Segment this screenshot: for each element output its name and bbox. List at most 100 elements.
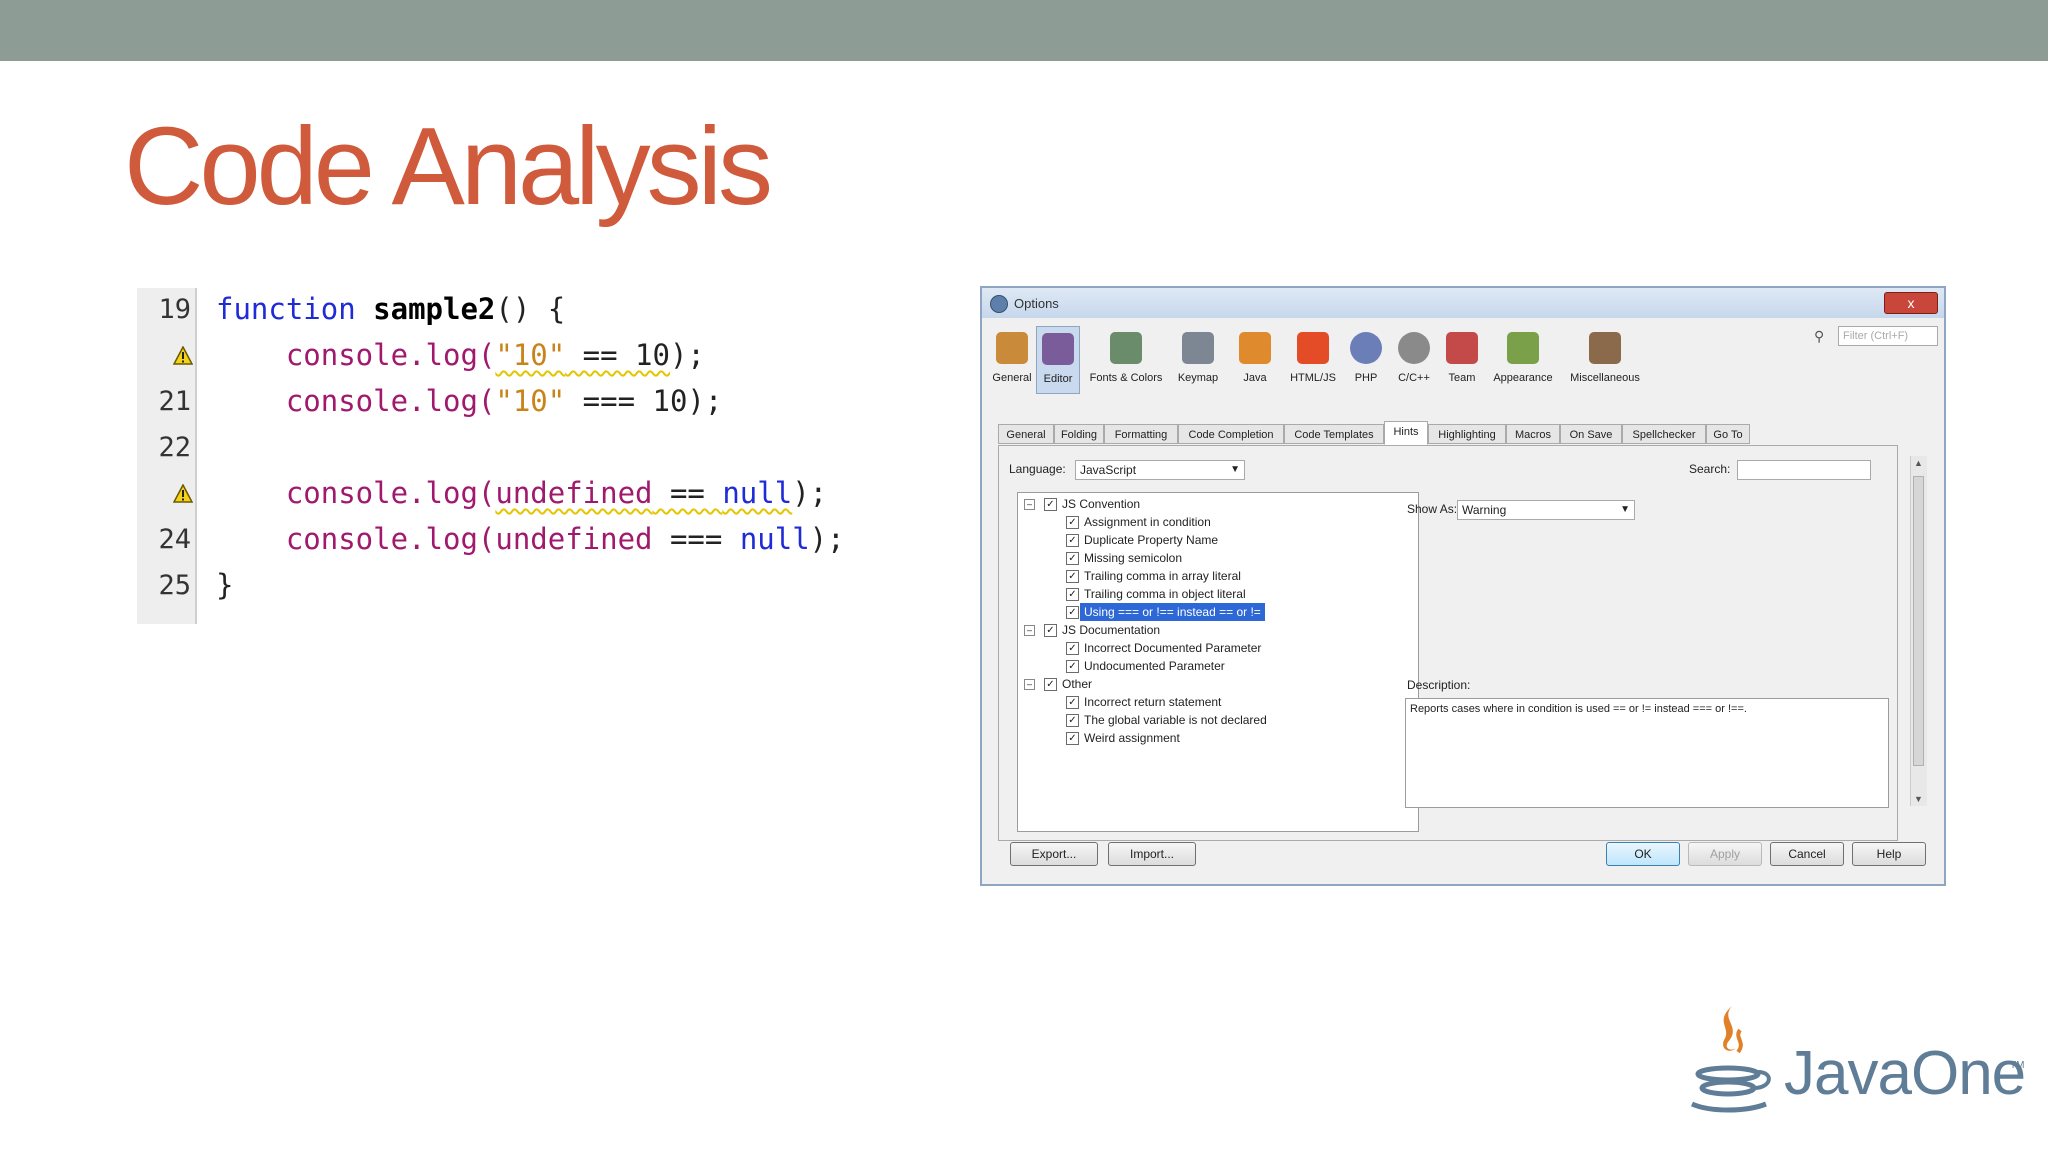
language-value: JavaScript <box>1080 463 1137 477</box>
tree-label: Assignment in condition <box>1084 515 1211 529</box>
category-label: Team <box>1448 372 1476 384</box>
tree-label: JS Convention <box>1062 497 1141 511</box>
hints-tree[interactable]: – ✓ JS Convention ✓ Assignment in condition… <box>1017 492 1419 832</box>
tab-code-templates[interactable]: Code Templates <box>1284 424 1384 444</box>
checkbox[interactable]: ✓ <box>1066 696 1079 709</box>
category-team[interactable]: Team <box>1440 326 1484 394</box>
general-icon <box>996 332 1028 364</box>
checkbox[interactable]: ✓ <box>1066 714 1079 727</box>
category-toolbar: General Editor Fonts & Colors Keymap Jav… <box>990 326 1790 396</box>
scrollbar-thumb[interactable] <box>1913 476 1924 766</box>
checkbox[interactable]: ✓ <box>1066 732 1079 745</box>
category-java[interactable]: Java <box>1228 326 1282 394</box>
checkbox[interactable]: ✓ <box>1066 570 1079 583</box>
tree-label: JS Documentation <box>1062 623 1161 637</box>
ok-button[interactable]: OK <box>1606 842 1680 866</box>
tree-label: Using === or !== instead == or != <box>1080 603 1265 621</box>
warning-icon[interactable] <box>173 484 193 503</box>
checkbox[interactable]: ✓ <box>1066 588 1079 601</box>
warning-icon[interactable] <box>173 346 193 365</box>
import-button[interactable]: Import... <box>1108 842 1196 866</box>
search-icon: ⚲ <box>1814 328 1825 344</box>
null-literal: null <box>722 476 793 510</box>
dialog-title-bar[interactable]: Options x <box>982 288 1944 318</box>
collapse-icon[interactable]: – <box>1024 679 1035 690</box>
collapse-icon[interactable]: – <box>1024 499 1035 510</box>
checkbox[interactable]: ✓ <box>1044 498 1057 511</box>
apply-button[interactable]: Apply <box>1688 842 1762 866</box>
category-php[interactable]: PHP <box>1344 326 1388 394</box>
method-call: console.log( <box>285 338 496 372</box>
null-literal: null <box>739 522 810 556</box>
category-miscellaneous[interactable]: Miscellaneous <box>1562 326 1648 394</box>
tree-label: Missing semicolon <box>1084 551 1183 565</box>
undefined-literal: undefined <box>495 522 653 556</box>
line-number: 25 <box>158 570 191 601</box>
tab-on-save[interactable]: On Save <box>1560 424 1622 444</box>
search-input[interactable] <box>1737 460 1871 480</box>
line-number: 19 <box>158 294 191 325</box>
code-line: 22 <box>137 426 957 472</box>
editor-icon <box>1042 333 1074 365</box>
cancel-button[interactable]: Cancel <box>1770 842 1844 866</box>
logo-text: JavaOne <box>1784 1039 2026 1108</box>
tab-spellchecker[interactable]: Spellchecker <box>1622 424 1706 444</box>
code-panel: 19 function sample2() { console.log("10"… <box>137 288 957 624</box>
tab-formatting[interactable]: Formatting <box>1104 424 1178 444</box>
tab-general[interactable]: General <box>998 424 1054 444</box>
checkbox[interactable]: ✓ <box>1066 606 1079 619</box>
collapse-icon[interactable]: – <box>1024 625 1035 636</box>
category-editor[interactable]: Editor <box>1036 326 1080 394</box>
comparison: == <box>652 476 723 510</box>
category-general[interactable]: General <box>990 326 1034 394</box>
method-call: console.log( <box>285 384 496 418</box>
scroll-up-icon[interactable]: ▲ <box>1914 458 1923 468</box>
tab-go-to[interactable]: Go To <box>1706 424 1750 444</box>
checkbox[interactable]: ✓ <box>1066 642 1079 655</box>
options-dialog: Options x General Editor Fonts & Colors … <box>980 286 1946 886</box>
hints-panel: Language: JavaScript ▼ Search: – ✓ JS Conve… <box>998 445 1898 841</box>
tab-hints[interactable]: Hints <box>1384 421 1428 445</box>
description-text: Reports cases where in condition is used… <box>1410 703 1747 715</box>
category-html-js[interactable]: HTML/JS <box>1284 326 1342 394</box>
tab-code-completion[interactable]: Code Completion <box>1178 424 1284 444</box>
checkbox[interactable]: ✓ <box>1066 552 1079 565</box>
category-label: C/C++ <box>1398 372 1430 384</box>
line-number: 24 <box>158 524 191 555</box>
dialog-title: Options <box>1014 296 1059 311</box>
language-select[interactable]: JavaScript ▼ <box>1075 460 1245 480</box>
code-punct: () { <box>495 292 566 326</box>
checkbox[interactable]: ✓ <box>1066 660 1079 673</box>
show-as-value: Warning <box>1462 503 1507 517</box>
vertical-scrollbar[interactable]: ▲ ▼ <box>1910 456 1927 806</box>
close-button[interactable]: x <box>1884 292 1938 314</box>
code-line: console.log(undefined == null); <box>137 472 957 518</box>
html5-icon <box>1297 332 1329 364</box>
checkbox[interactable]: ✓ <box>1066 516 1079 529</box>
category-keymap[interactable]: Keymap <box>1170 326 1226 394</box>
show-as-label: Show As: <box>1407 502 1458 516</box>
cpp-icon <box>1398 332 1430 364</box>
scroll-down-icon[interactable]: ▼ <box>1914 794 1923 804</box>
chevron-down-icon: ▼ <box>1620 504 1630 515</box>
category-fonts-colors[interactable]: Fonts & Colors <box>1082 326 1170 394</box>
checkbox[interactable]: ✓ <box>1044 678 1057 691</box>
filter-input[interactable]: Filter (Ctrl+F) <box>1838 326 1938 346</box>
tab-macros[interactable]: Macros <box>1506 424 1560 444</box>
checkbox[interactable]: ✓ <box>1044 624 1057 637</box>
code-punct: ); <box>809 522 845 556</box>
show-as-select[interactable]: Warning ▼ <box>1457 500 1635 520</box>
help-button[interactable]: Help <box>1852 842 1926 866</box>
checkbox[interactable]: ✓ <box>1066 534 1079 547</box>
java-icon <box>1239 332 1271 364</box>
tree-label: Incorrect return statement <box>1084 695 1222 709</box>
line-number: 22 <box>158 432 191 463</box>
comparison: === <box>652 522 740 556</box>
category-cpp[interactable]: C/C++ <box>1390 326 1438 394</box>
appearance-icon <box>1507 332 1539 364</box>
category-appearance[interactable]: Appearance <box>1486 326 1560 394</box>
tab-folding[interactable]: Folding <box>1054 424 1104 444</box>
tab-highlighting[interactable]: Highlighting <box>1428 424 1506 444</box>
string-literal: "10" <box>495 338 566 372</box>
export-button[interactable]: Export... <box>1010 842 1098 866</box>
